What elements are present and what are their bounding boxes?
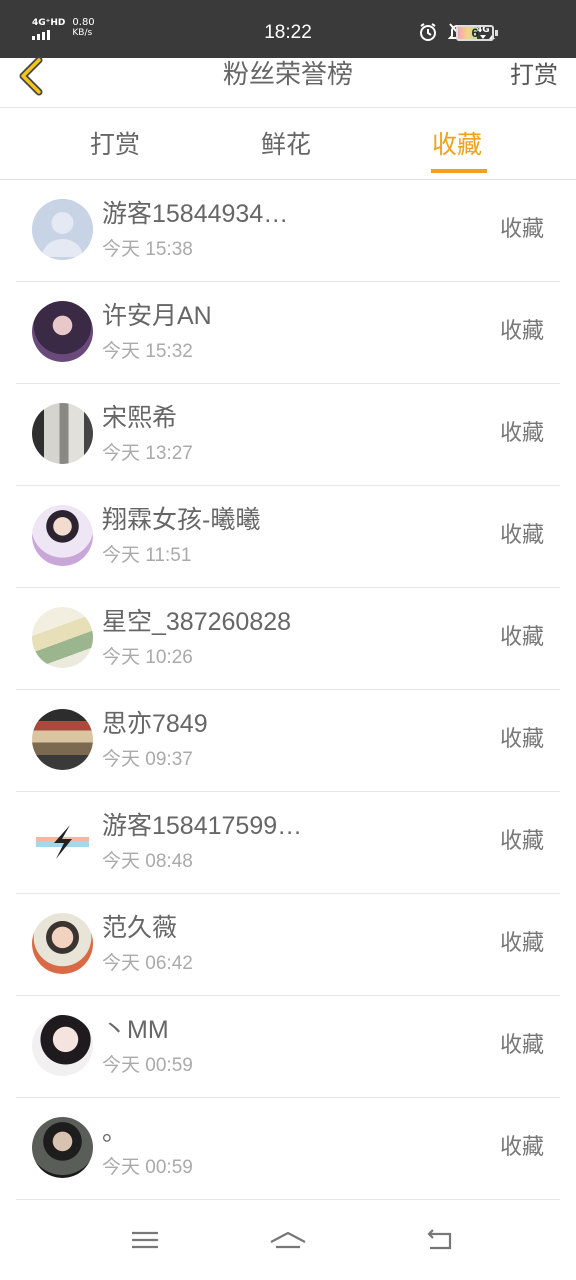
menu-button[interactable] bbox=[125, 1220, 165, 1260]
favorite-label: 收藏 bbox=[499, 1033, 544, 1058]
user-name: 翔霖女孩-曦曦 bbox=[102, 506, 261, 534]
tab-reward[interactable]: 打赏 bbox=[90, 127, 140, 163]
user-name: 许安月AN bbox=[102, 302, 212, 330]
list-item[interactable]: 思亦7849 今天 09:37 收藏 bbox=[16, 690, 560, 792]
list-item[interactable]: 翔霖女孩-曦曦 今天 11:51 收藏 bbox=[16, 486, 560, 588]
timestamp: 今天 00:59 bbox=[102, 1055, 193, 1076]
avatar bbox=[32, 811, 93, 872]
list-item[interactable]: 许安月AN 今天 15:32 收藏 bbox=[16, 282, 560, 384]
favorite-label: 收藏 bbox=[499, 217, 544, 242]
timestamp: 今天 11:51 bbox=[102, 545, 192, 566]
alarm-icon bbox=[418, 22, 438, 42]
page-title: 粉丝荣誉榜 bbox=[222, 60, 353, 90]
user-name: 星空_387260828 bbox=[102, 608, 292, 636]
list-item[interactable]: 。 今天 00:59 收藏 bbox=[16, 1098, 560, 1200]
favorite-label: 收藏 bbox=[499, 727, 544, 752]
list-item[interactable]: 范久薇 今天 06:42 收藏 bbox=[16, 894, 560, 996]
favorite-label: 收藏 bbox=[499, 625, 544, 650]
avatar bbox=[32, 607, 93, 668]
user-name: 。 bbox=[102, 1118, 128, 1146]
battery-level: 6 bbox=[471, 26, 479, 40]
home-icon bbox=[270, 1231, 306, 1249]
avatar bbox=[32, 301, 93, 362]
user-name: 游客15844934… bbox=[102, 200, 289, 228]
user-name: 丶MM bbox=[102, 1016, 169, 1044]
avatar bbox=[32, 913, 93, 974]
reward-button[interactable]: 打赏 bbox=[510, 58, 558, 92]
battery-icon: 6 bbox=[456, 25, 494, 41]
home-button[interactable] bbox=[268, 1220, 308, 1260]
favorite-label: 收藏 bbox=[499, 523, 544, 548]
avatar bbox=[32, 1117, 93, 1178]
back-icon bbox=[427, 1229, 452, 1250]
tab-bar: 打赏 鲜花 收藏 bbox=[0, 109, 576, 180]
timestamp: 今天 13:27 bbox=[102, 443, 193, 464]
battery-tip bbox=[495, 30, 498, 36]
app-header: 粉丝荣誉榜 打赏 bbox=[0, 56, 576, 108]
favorite-label: 收藏 bbox=[499, 829, 544, 854]
favorite-label: 收藏 bbox=[499, 421, 544, 446]
favorite-label: 收藏 bbox=[499, 1135, 544, 1160]
list-item[interactable]: 游客158417599… 今天 08:48 收藏 bbox=[16, 792, 560, 894]
list-item[interactable]: 丶MM 今天 00:59 收藏 bbox=[16, 996, 560, 1098]
user-name: 思亦7849 bbox=[102, 710, 208, 738]
avatar bbox=[32, 1015, 93, 1076]
timestamp: 今天 15:38 bbox=[102, 239, 193, 260]
tab-favorites[interactable]: 收藏 bbox=[432, 127, 482, 163]
list-item[interactable]: 游客15844934… 今天 15:38 收藏 bbox=[16, 180, 560, 282]
status-bar: 4G⁺HD 0.80 KB/s 18:22 4G 6 bbox=[0, 0, 576, 58]
timestamp: 今天 09:37 bbox=[102, 749, 193, 770]
timestamp: 今天 15:32 bbox=[102, 341, 193, 362]
tab-flowers[interactable]: 鲜花 bbox=[261, 127, 311, 163]
timestamp: 今天 06:42 bbox=[102, 953, 193, 974]
list-item[interactable]: 宋熙希 今天 13:27 收藏 bbox=[16, 384, 560, 486]
favorite-label: 收藏 bbox=[499, 931, 544, 956]
user-name: 宋熙希 bbox=[102, 404, 178, 432]
system-nav-bar bbox=[0, 1200, 576, 1280]
timestamp: 今天 08:48 bbox=[102, 851, 193, 872]
timestamp: 今天 00:59 bbox=[102, 1157, 193, 1178]
fan-list: 游客15844934… 今天 15:38 收藏 许安月AN 今天 15:32 收… bbox=[0, 180, 576, 1200]
avatar bbox=[32, 403, 93, 464]
favorite-label: 收藏 bbox=[499, 319, 544, 344]
user-name: 游客158417599… bbox=[102, 812, 303, 840]
avatar bbox=[32, 505, 93, 566]
list-item[interactable]: 星空_387260828 今天 10:26 收藏 bbox=[16, 588, 560, 690]
active-tab-indicator bbox=[431, 169, 487, 173]
avatar bbox=[32, 709, 93, 770]
avatar bbox=[32, 199, 93, 260]
back-nav-button[interactable] bbox=[420, 1220, 460, 1260]
menu-icon bbox=[132, 1231, 158, 1249]
timestamp: 今天 10:26 bbox=[102, 647, 193, 668]
user-name: 范久薇 bbox=[102, 914, 178, 942]
